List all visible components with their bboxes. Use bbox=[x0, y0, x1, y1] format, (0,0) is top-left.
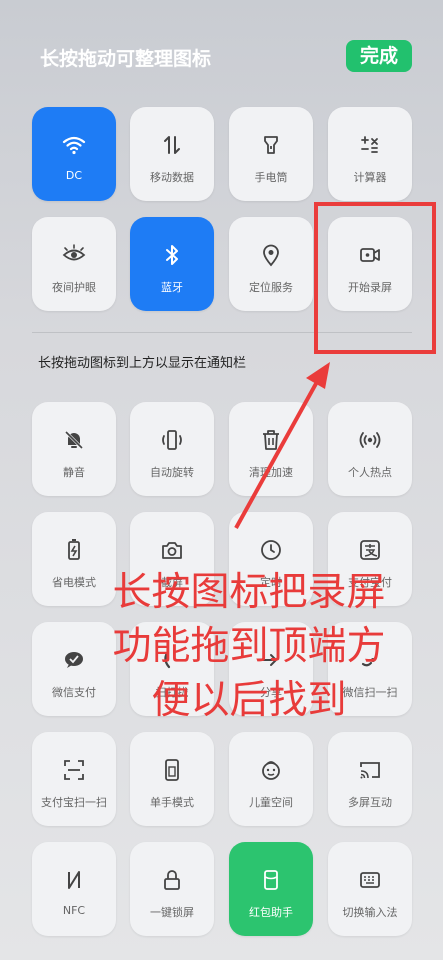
tile-bluetooth[interactable]: 蓝牙 bbox=[130, 217, 214, 311]
child-icon bbox=[229, 758, 313, 782]
alipay-icon bbox=[328, 538, 412, 562]
tile-label: 支付宝扫一扫 bbox=[41, 796, 107, 809]
annotation-line: 便以后找到 bbox=[151, 678, 347, 723]
mobile-data-icon bbox=[130, 133, 214, 157]
tile-label: 蓝牙 bbox=[161, 281, 183, 294]
tile-label: NFC bbox=[62, 904, 86, 917]
tile-one-key-lock[interactable]: 一键锁屏 bbox=[130, 842, 214, 936]
scan-frame-icon bbox=[32, 758, 116, 782]
location-icon bbox=[229, 243, 313, 267]
calculator-icon bbox=[328, 133, 412, 157]
cast-icon bbox=[328, 758, 412, 782]
annotation-line: 长按图标把录屏 bbox=[112, 570, 386, 615]
page-title: 长按拖动可整理图标 bbox=[40, 48, 212, 70]
bluetooth-icon bbox=[130, 243, 214, 267]
hotspot-icon bbox=[328, 428, 412, 452]
battery-icon bbox=[32, 538, 116, 562]
tile-alipay-scan[interactable]: 支付宝扫一扫 bbox=[32, 732, 116, 826]
tile-label: 个人热点 bbox=[348, 466, 392, 479]
tile-label: 红包助手 bbox=[249, 906, 293, 919]
tile-label: 静音 bbox=[63, 466, 85, 479]
tile-label: 儿童空间 bbox=[249, 796, 293, 809]
rotate-icon bbox=[130, 428, 214, 452]
eye-icon bbox=[32, 243, 116, 267]
tile-label: 切换输入法 bbox=[342, 906, 398, 919]
highlight-box bbox=[314, 202, 436, 354]
tile-label: DC bbox=[65, 169, 83, 182]
tile-kids-space[interactable]: 儿童空间 bbox=[229, 732, 313, 826]
mute-icon bbox=[32, 428, 116, 452]
annotation-text: 长按图标把录屏 功能拖到顶端方 便以后找到 bbox=[84, 566, 414, 728]
clock-icon bbox=[229, 538, 313, 562]
tile-label: 单手模式 bbox=[150, 796, 194, 809]
tile-calculator[interactable]: 计算器 bbox=[328, 107, 412, 201]
tile-mute[interactable]: 静音 bbox=[32, 402, 116, 496]
tile-flashlight[interactable]: 手电筒 bbox=[229, 107, 313, 201]
tile-label: 多屏互动 bbox=[348, 796, 392, 809]
tile-label: 清理加速 bbox=[249, 466, 293, 479]
tile-label: 一键锁屏 bbox=[150, 906, 194, 919]
tile-label: 自动旋转 bbox=[150, 466, 194, 479]
nfc-icon bbox=[32, 868, 116, 892]
tile-label: 手电筒 bbox=[254, 171, 288, 184]
header: 长按拖动可整理图标 完成 bbox=[0, 0, 443, 108]
tile-eye-care[interactable]: 夜间护眼 bbox=[32, 217, 116, 311]
done-button[interactable]: 完成 bbox=[346, 40, 412, 72]
tile-label: 定位服务 bbox=[249, 281, 293, 294]
tile-hotspot[interactable]: 个人热点 bbox=[328, 402, 412, 496]
trash-icon bbox=[229, 428, 313, 452]
tile-multi-screen[interactable]: 多屏互动 bbox=[328, 732, 412, 826]
tile-clean-boost[interactable]: 清理加速 bbox=[229, 402, 313, 496]
camera-icon bbox=[130, 538, 214, 562]
drag-hint: 长按拖动图标到上方以显示在通知栏 bbox=[38, 356, 247, 371]
flashlight-icon bbox=[229, 133, 313, 157]
tile-label: 移动数据 bbox=[150, 171, 194, 184]
tile-location[interactable]: 定位服务 bbox=[229, 217, 313, 311]
keyboard-icon bbox=[328, 868, 412, 892]
red-packet-icon bbox=[229, 868, 313, 892]
tile-nfc[interactable]: NFC bbox=[32, 842, 116, 936]
annotation-line: 功能拖到顶端方 bbox=[112, 624, 386, 669]
lock-icon bbox=[130, 868, 214, 892]
tile-switch-ime[interactable]: 切换输入法 bbox=[328, 842, 412, 936]
tile-one-hand-mode[interactable]: 单手模式 bbox=[130, 732, 214, 826]
tile-red-packet-helper[interactable]: 红包助手 bbox=[229, 842, 313, 936]
tile-label: 夜间护眼 bbox=[52, 281, 96, 294]
tile-auto-rotate[interactable]: 自动旋转 bbox=[130, 402, 214, 496]
one-hand-icon bbox=[130, 758, 214, 782]
tile-label: 计算器 bbox=[353, 171, 387, 184]
tile-mobile-data[interactable]: 移动数据 bbox=[130, 107, 214, 201]
wifi-icon bbox=[32, 133, 116, 157]
tile-wifi[interactable]: DC bbox=[32, 107, 116, 201]
